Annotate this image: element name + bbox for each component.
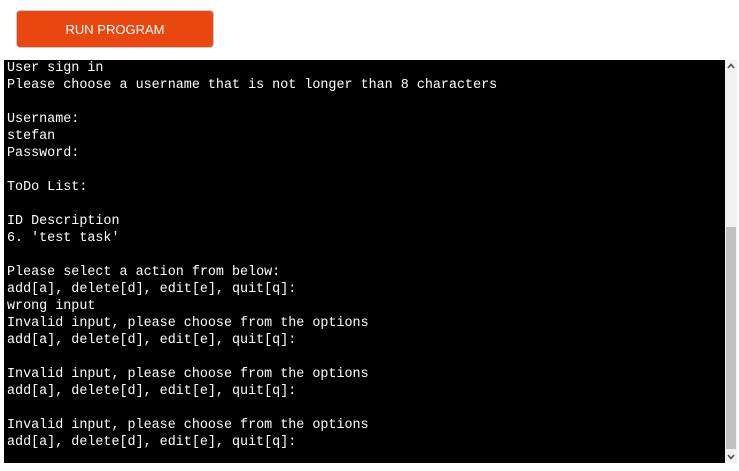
- scroll-down-button[interactable]: [725, 451, 737, 463]
- terminal-line: Password:: [7, 146, 80, 161]
- terminal-window[interactable]: User sign in Please choose a username tha…: [4, 60, 737, 463]
- terminal-line: Invalid input, please choose from the op…: [7, 418, 369, 433]
- chevron-down-icon: [727, 454, 735, 460]
- terminal-line: add[a], delete[d], edit[e], quit[q]:: [7, 435, 297, 450]
- vertical-scrollbar[interactable]: [725, 60, 737, 463]
- terminal-line: ID Description: [7, 214, 120, 229]
- chevron-up-icon: [727, 63, 735, 69]
- terminal-line: Please select a action from below:: [7, 265, 281, 280]
- terminal-line: Invalid input, please choose from the op…: [7, 316, 369, 331]
- terminal-line: ToDo List:: [7, 180, 88, 195]
- scroll-up-button[interactable]: [725, 60, 737, 72]
- terminal-line: add[a], delete[d], edit[e], quit[q]:: [7, 384, 297, 399]
- terminal-line: wrong input: [7, 299, 96, 314]
- run-program-button[interactable]: RUN PROGRAM: [16, 10, 214, 48]
- scroll-thumb[interactable]: [726, 227, 736, 449]
- terminal-line: stefan: [7, 129, 56, 144]
- terminal-line: add[a], delete[d], edit[e], quit[q]:: [7, 282, 297, 297]
- terminal-line: Please choose a username that is not lon…: [7, 78, 498, 93]
- terminal-line: Invalid input, please choose from the op…: [7, 367, 369, 382]
- terminal-line: Username:: [7, 112, 80, 127]
- terminal-output[interactable]: User sign in Please choose a username tha…: [7, 60, 723, 463]
- terminal-line: User sign in: [7, 61, 104, 76]
- page: RUN PROGRAM User sign in Please choose a …: [0, 0, 739, 471]
- terminal-line: add[a], delete[d], edit[e], quit[q]:: [7, 333, 297, 348]
- terminal-line: 6. 'test task': [7, 231, 120, 246]
